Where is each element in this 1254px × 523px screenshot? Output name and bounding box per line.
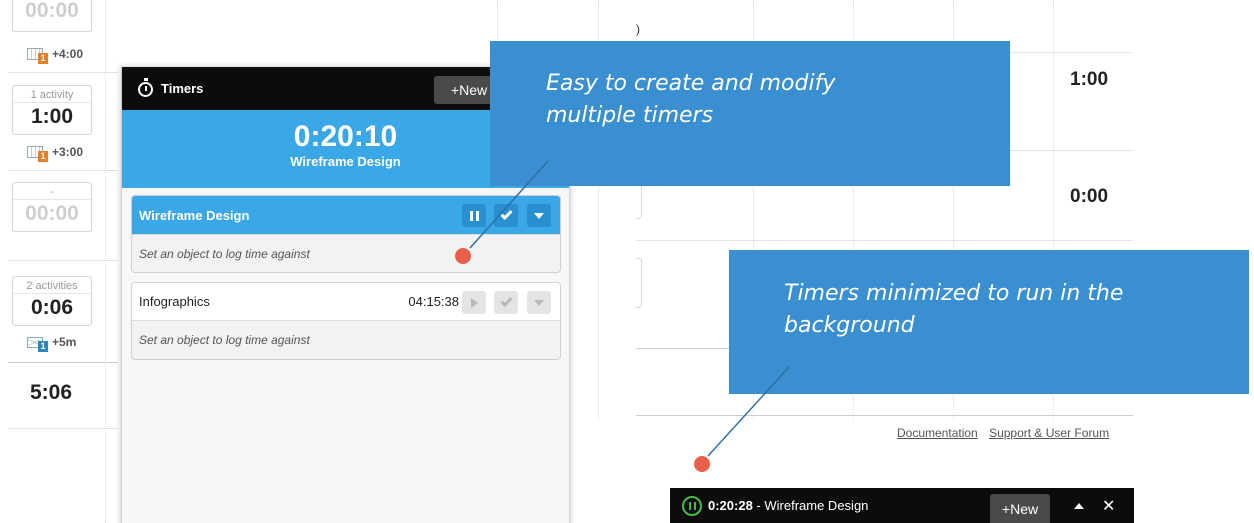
leader-line	[707, 366, 790, 457]
callout-marker-dot	[455, 248, 471, 264]
leader-line	[469, 160, 549, 249]
callout-marker-dot	[694, 456, 710, 472]
callout-leader-lines	[469, 160, 790, 457]
